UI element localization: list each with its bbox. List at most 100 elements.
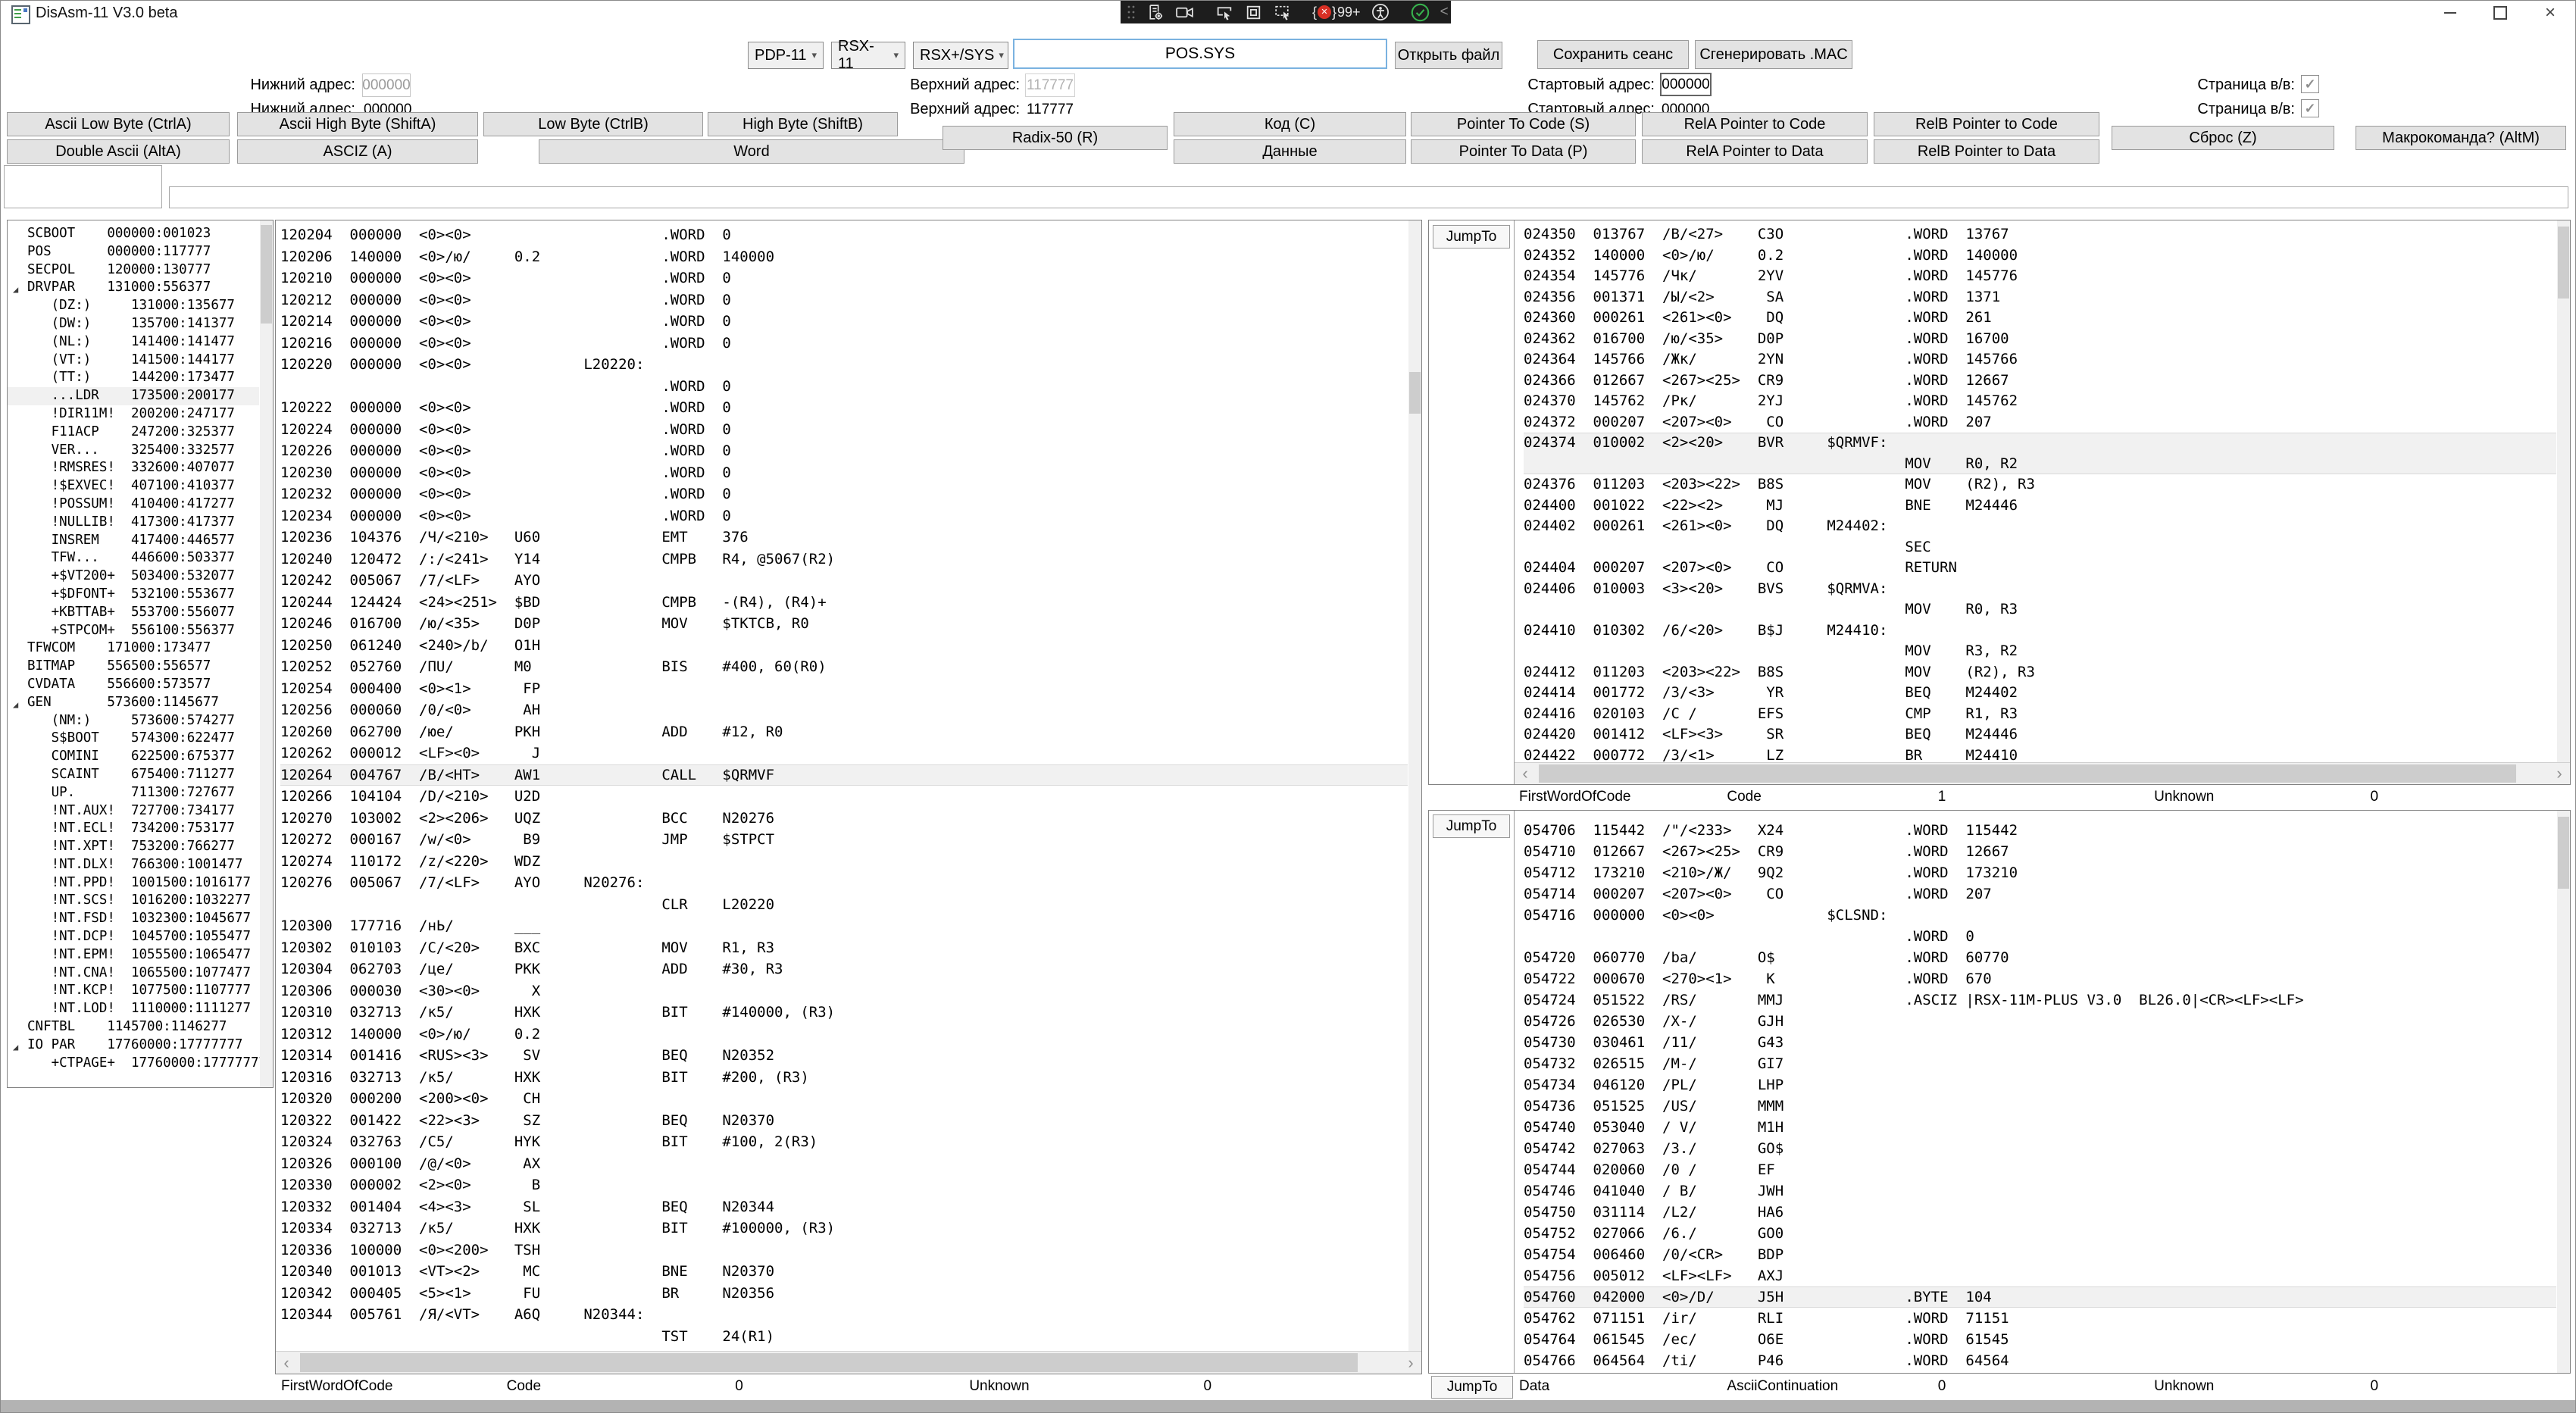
listing-row-120324[interactable]: 120324 032763 /С5/ HYK BIT #100, 2(R3) [280,1131,1408,1153]
tree-item-drvpar[interactable]: DRVPAR 131000:556377◢ [8,279,259,297]
listing-row-054746[interactable]: 054746 041040 / B/ JWH [1524,1180,2556,1202]
listing-row-054766[interactable]: 054766 064564 /ti/ P46 .WORD 64564 [1524,1350,2556,1371]
main-listing-hscrollbar[interactable]: ‹ › [276,1351,1421,1374]
action-button-asciz[interactable]: ASCIZ (A) [237,139,478,164]
action-button-reset[interactable]: Сброс (Z) [2112,126,2334,150]
listing-row-054750[interactable]: 054750 031114 /L2/ HA6 [1524,1202,2556,1223]
jump-to-button-top[interactable]: JumpTo [1433,225,1510,249]
tree-item-vt200[interactable]: +$VT200+ 503400:532077 [8,567,259,586]
listing-row-024406[interactable]: 024406 010003 <3><20> BVS $QRMVA: MOV R0… [1524,579,2556,621]
tree-item-scboot[interactable]: SCBOOT 000000:001023 [8,225,259,243]
action-button-ascii-high-byte[interactable]: Ascii High Byte (ShiftA) [237,112,478,136]
listing-row-120250[interactable]: 120250 061240 <240>/b/ O1H [280,635,1408,657]
listing-row-120244[interactable]: 120244 124424 <24><251> $BD CMPB -(R4), … [280,592,1408,614]
listing-row-054716[interactable]: 054716 000000 <0><0> $CLSND: .WORD 0 [1524,905,2556,947]
listing-row-054712[interactable]: 054712 173210 <210>/Ж/ 9Q2 .WORD 173210 [1524,862,2556,883]
listing-row-054732[interactable]: 054732 026515 /M-/ GI7 [1524,1053,2556,1074]
action-button-high-byte[interactable]: High Byte (ShiftB) [708,112,898,136]
listing-row-054742[interactable]: 054742 027063 /3./ GO$ [1524,1138,2556,1159]
listing-row-120304[interactable]: 120304 062703 /це/ PKK ADD #30, R3 [280,958,1408,980]
listing-row-120314[interactable]: 120314 001416 <RUS><3> SV BEQ N20352 [280,1045,1408,1067]
file-name-input[interactable] [1013,39,1387,69]
listing-row-120340[interactable]: 120340 001013 <VT><2> MC BNE N20370 [280,1261,1408,1283]
action-button-macro[interactable]: Макрокоманда? (AltM) [2356,126,2566,150]
listing-row-120316[interactable]: 120316 032713 /к5/ HXK BIT #200, (R3) [280,1067,1408,1089]
tree-item-kbttab[interactable]: +KBTTAB+ 553700:556077 [8,604,259,622]
tree-item-exvec[interactable]: !$EXVEC! 407100:410377 [8,477,259,495]
listing-row-054762[interactable]: 054762 071151 /ir/ RLI .WORD 71151 [1524,1308,2556,1329]
listing-row-120272[interactable]: 120272 000167 /w/<0> B9 JMP $STPCT [280,829,1408,851]
tree-item-ntdcp[interactable]: !NT.DCP! 1045700:1055477 [8,928,259,946]
tree-item-nl[interactable]: (NL:) 141400:141477 [8,333,259,352]
tree-item-tfwcom[interactable]: TFWCOM 171000:173477 [8,639,259,658]
tree-item-ntdlx[interactable]: !NT.DLX! 766300:1001477 [8,856,259,874]
listing-row-120334[interactable]: 120334 032713 /к5/ HXK BIT #100000, (R3) [280,1218,1408,1240]
listing-row-120260[interactable]: 120260 062700 /юе/ PKH ADD #12, R0 [280,721,1408,743]
listing-row-120234[interactable]: 120234 000000 <0><0> .WORD 0 [280,505,1408,527]
listing-row-120212[interactable]: 120212 000000 <0><0> .WORD 0 [280,289,1408,311]
tree-item-ldr[interactable]: ...LDR 173500:200177 [8,387,259,405]
tree-item-ctpage[interactable]: +CTPAGE+ 17760000:17777777 [8,1055,259,1073]
tree-item-vt[interactable]: (VT:) 141500:144177 [8,352,259,370]
listing-row-024376[interactable]: 024376 011203 <203><22> B8S MOV (R2), R3 [1524,474,2556,495]
tree-item-ntppd[interactable]: !NT.PPD! 1001500:1016177 [8,874,259,893]
action-button-rela-pointer-to-data[interactable]: RelA Pointer to Data [1642,139,1868,164]
listing-row-024402[interactable]: 024402 000261 <261><0> DQ M24402: SEC [1524,516,2556,558]
action-button-relb-pointer-to-data[interactable]: RelB Pointer to Data [1874,139,2099,164]
tree-item-gen[interactable]: GEN 573600:1145677◢ [8,694,259,712]
listing-row-054722[interactable]: 054722 000670 <270><1> K .WORD 670 [1524,968,2556,989]
listing-row-024352[interactable]: 024352 140000 <0>/ю/ 0.2 .WORD 140000 [1524,245,2556,267]
listing-row-024350[interactable]: 024350 013767 /B/<27> C3O .WORD 13767 [1524,224,2556,245]
data-listing-vscrollbar-thumb[interactable] [2558,817,2569,889]
code-listing-vscrollbar-thumb[interactable] [2558,227,2569,299]
listing-row-024404[interactable]: 024404 000207 <207><0> CO RETURN [1524,558,2556,579]
listing-row-054740[interactable]: 054740 053040 / V/ M1H [1524,1117,2556,1138]
action-button-code[interactable]: Код (C) [1174,112,1406,136]
tree-item-pos[interactable]: POS 000000:117777 [8,243,259,261]
tree-item-sboot[interactable]: S$BOOT 574300:622477 [8,730,259,748]
main-listing-vscrollbar-thumb[interactable] [1409,372,1421,414]
tree-item-insrem[interactable]: INSREM 417400:446577 [8,532,259,550]
jump-to-button-bottom[interactable]: JumpTo [1433,814,1510,838]
listing-row-120320[interactable]: 120320 000200 <200><0> CH [280,1088,1408,1110]
listing-row-120256[interactable]: 120256 000060 /0/<0> AH [280,699,1408,721]
listing-row-054730[interactable]: 054730 030461 /11/ G43 [1524,1032,2556,1053]
accessibility-icon[interactable] [1371,2,1390,22]
jump-to-button-status[interactable]: JumpTo [1431,1376,1513,1399]
start-address-input[interactable]: 000000 [1660,73,1712,96]
listing-row-054710[interactable]: 054710 012667 <267><25> CR9 .WORD 12667 [1524,841,2556,862]
action-button-relb-pointer-to-code[interactable]: RelB Pointer to Code [1874,112,2099,136]
listing-row-054764[interactable]: 054764 061545 /ec/ O6E .WORD 61545 [1524,1329,2556,1350]
listing-row-024414[interactable]: 024414 001772 /3/<3> YR BEQ M24402 [1524,683,2556,704]
listing-row-024410[interactable]: 024410 010302 /6/<20> B$J M24410: MOV R3… [1524,621,2556,662]
main-listing-vscrollbar[interactable] [1408,220,1421,1351]
listing-row-054706[interactable]: 054706 115442 /"/<233> X24 .WORD 115442 [1524,820,2556,841]
listing-row-024412[interactable]: 024412 011203 <203><22> B8S MOV (R2), R3 [1524,662,2556,683]
listing-row-024372[interactable]: 024372 000207 <207><0> CO .WORD 207 [1524,412,2556,433]
tree-scrollbar-thumb[interactable] [261,225,272,324]
listing-row-120216[interactable]: 120216 000000 <0><0> .WORD 0 [280,333,1408,355]
tree-item-rmsres[interactable]: !RMSRES! 332600:407077 [8,459,259,477]
tree-item-comini[interactable]: COMINI 622500:675377 [8,748,259,766]
tree-item-tfw[interactable]: TFW... 446600:503377 [8,549,259,567]
tree-item-nullib[interactable]: !NULLIB! 417300:417377 [8,514,259,532]
generate-mac-button[interactable]: Сгенерировать .MAC [1695,40,1852,69]
tree-item-tt[interactable]: (TT:) 144200:173477 [8,369,259,387]
os-select[interactable]: RSX-11▾ [831,42,905,69]
listing-row-120222[interactable]: 120222 000000 <0><0> .WORD 0 [280,397,1408,419]
action-button-rela-pointer-to-code[interactable]: RelA Pointer to Code [1642,112,1868,136]
listing-row-024354[interactable]: 024354 145776 /Чк/ 2YV .WORD 145776 [1524,266,2556,287]
listing-row-120270[interactable]: 120270 103002 <2><206> UQZ BCC N20276 [280,808,1408,830]
listing-row-120232[interactable]: 120232 000000 <0><0> .WORD 0 [280,483,1408,505]
listing-row-120214[interactable]: 120214 000000 <0><0> .WORD 0 [280,311,1408,333]
io-page-checkbox-2[interactable]: ✓ [2301,99,2319,117]
listing-row-120266[interactable]: 120266 104104 /D/<210> U2D [280,786,1408,808]
listing-row-054724[interactable]: 054724 051522 /RS/ MMJ .ASCIZ |RSX-11M-P… [1524,989,2556,1011]
listing-row-054720[interactable]: 054720 060770 /ba/ O$ .WORD 60770 [1524,947,2556,968]
listing-row-120226[interactable]: 120226 000000 <0><0> .WORD 0 [280,440,1408,462]
listing-row-024370[interactable]: 024370 145762 /Рк/ 2YJ .WORD 145762 [1524,391,2556,412]
listing-row-120252[interactable]: 120252 052760 /ПU/ M0 BIS #400, 60(R0) [280,656,1408,678]
listing-row-120224[interactable]: 120224 000000 <0><0> .WORD 0 [280,419,1408,441]
action-button-pointer-to-code[interactable]: Pointer To Code (S) [1411,112,1636,136]
save-session-button[interactable]: Сохранить сеанс [1537,40,1689,69]
